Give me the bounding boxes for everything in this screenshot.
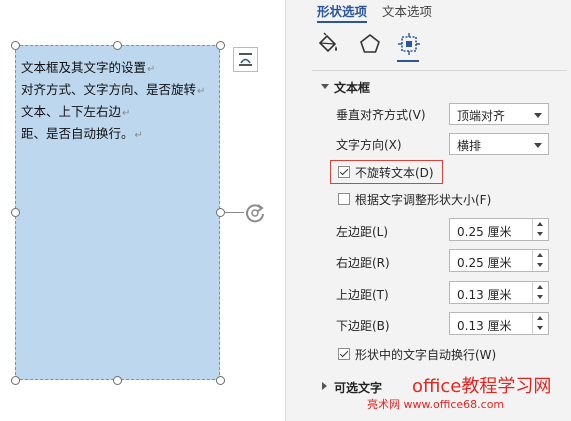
layout-options-icon <box>239 53 252 66</box>
active-tab-underline <box>317 21 367 23</box>
pentagon-icon[interactable] <box>357 31 383 57</box>
category-selected-indicator <box>397 60 419 62</box>
text-line: 文本、上下左右边↵ <box>21 102 221 124</box>
no-rotate-label[interactable]: 不旋转文本(D) <box>355 164 434 181</box>
text-line: 对齐方式、文字方向、是否旋转↵ <box>21 80 221 102</box>
resize-handle-top-right[interactable] <box>216 41 225 50</box>
resize-handle-left[interactable] <box>11 208 20 217</box>
resize-handle-bottom-right[interactable] <box>216 376 225 385</box>
resize-handle-bottom[interactable] <box>113 376 122 385</box>
watermark-url: 亮术网 www.office68.com <box>367 398 505 411</box>
paragraph-mark: ↵ <box>147 64 156 75</box>
text-direction-label: 文字方向(X) <box>336 138 402 152</box>
text-line-2: 对齐方式、文字方向、是否旋转 <box>21 82 197 97</box>
section-title-textbox[interactable]: 文本框 <box>334 79 370 96</box>
tab-shape-options[interactable]: 形状选项 <box>317 1 367 20</box>
section-title-alt-text[interactable]: 可选文字 <box>334 379 382 396</box>
left-margin-label: 左边距(L) <box>336 225 389 239</box>
wrap-text-checkbox[interactable] <box>338 348 350 360</box>
expand-arrow-icon[interactable] <box>322 382 327 390</box>
text-line: 距、是否自动换行。↵ <box>21 124 221 146</box>
left-margin-value: 0.25 厘米 <box>457 225 512 239</box>
spin-down-icon[interactable] <box>537 263 543 267</box>
text-box-shape[interactable]: 文本框及其文字的设置↵ 对齐方式、文字方向、是否旋转↵ 文本、上下左右边↵ 距、… <box>15 45 220 380</box>
vertical-align-label: 垂直对齐方式(V) <box>336 108 426 122</box>
vertical-align-select[interactable]: 顶端对齐 <box>449 103 549 125</box>
resize-handle-top-left[interactable] <box>11 41 20 50</box>
layout-properties-icon[interactable] <box>396 31 422 57</box>
top-margin-value: 0.13 厘米 <box>457 288 512 302</box>
wrap-text-label[interactable]: 形状中的文字自动换行(W) <box>355 346 496 363</box>
chevron-down-icon <box>534 113 542 118</box>
text-line: 文本框及其文字的设置↵ <box>21 58 221 80</box>
bottom-margin-label: 下边距(B) <box>336 319 390 333</box>
left-margin-input[interactable]: 0.25 厘米 <box>449 218 549 241</box>
spin-down-icon[interactable] <box>537 326 543 330</box>
document-canvas: 文本框及其文字的设置↵ 对齐方式、文字方向、是否旋转↵ 文本、上下左右边↵ 距、… <box>0 0 285 421</box>
watermark-title: office教程学习网 <box>412 376 552 397</box>
divider <box>312 70 567 71</box>
paragraph-mark: ↵ <box>197 86 206 97</box>
text-line-3: 文本、上下左右边 <box>21 104 122 119</box>
spin-up-icon[interactable] <box>537 285 543 289</box>
no-rotate-checkbox[interactable] <box>338 166 350 178</box>
text-line-4: 距、是否自动换行。 <box>21 126 134 141</box>
spin-down-icon[interactable] <box>537 232 543 236</box>
spin-up-icon[interactable] <box>537 316 543 320</box>
right-margin-label: 右边距(R) <box>336 256 390 270</box>
resize-shape-checkbox[interactable] <box>338 193 350 205</box>
right-margin-value: 0.25 厘米 <box>457 256 512 270</box>
paragraph-mark: ↵ <box>134 130 143 141</box>
rotate-handle-icon[interactable] <box>243 201 267 225</box>
spinner-buttons[interactable] <box>532 250 548 271</box>
layout-options-button[interactable] <box>233 47 258 72</box>
tab-text-options[interactable]: 文本选项 <box>382 1 432 20</box>
rotate-connector <box>224 212 244 213</box>
bottom-margin-input[interactable]: 0.13 厘米 <box>449 312 549 335</box>
text-direction-select[interactable]: 横排 <box>449 133 549 155</box>
top-margin-input[interactable]: 0.13 厘米 <box>449 281 549 304</box>
spinner-buttons[interactable] <box>532 282 548 303</box>
spin-up-icon[interactable] <box>537 253 543 257</box>
resize-handle-bottom-left[interactable] <box>11 376 20 385</box>
bottom-margin-value: 0.13 厘米 <box>457 319 512 333</box>
paragraph-mark: ↵ <box>122 108 131 119</box>
vertical-align-value: 顶端对齐 <box>457 109 506 123</box>
resize-shape-label[interactable]: 根据文字调整形状大小(F) <box>355 191 491 208</box>
format-shape-pane: 形状选项 文本选项 文本框 垂直对齐方式(V) 顶端对齐 文字方向(X) 横排 … <box>285 0 571 421</box>
top-margin-label: 上边距(T) <box>336 288 389 302</box>
text-direction-value: 横排 <box>457 139 482 153</box>
resize-handle-top[interactable] <box>113 41 122 50</box>
chevron-down-icon <box>534 143 542 148</box>
spinner-buttons[interactable] <box>532 313 548 334</box>
fill-bucket-icon[interactable] <box>315 31 341 57</box>
text-line-1: 文本框及其文字的设置 <box>21 60 147 75</box>
spinner-buttons[interactable] <box>532 219 548 240</box>
spin-down-icon[interactable] <box>537 295 543 299</box>
collapse-arrow-icon[interactable] <box>321 84 329 89</box>
spin-up-icon[interactable] <box>537 222 543 226</box>
text-box-content[interactable]: 文本框及其文字的设置↵ 对齐方式、文字方向、是否旋转↵ 文本、上下左右边↵ 距、… <box>21 58 221 146</box>
right-margin-input[interactable]: 0.25 厘米 <box>449 249 549 272</box>
